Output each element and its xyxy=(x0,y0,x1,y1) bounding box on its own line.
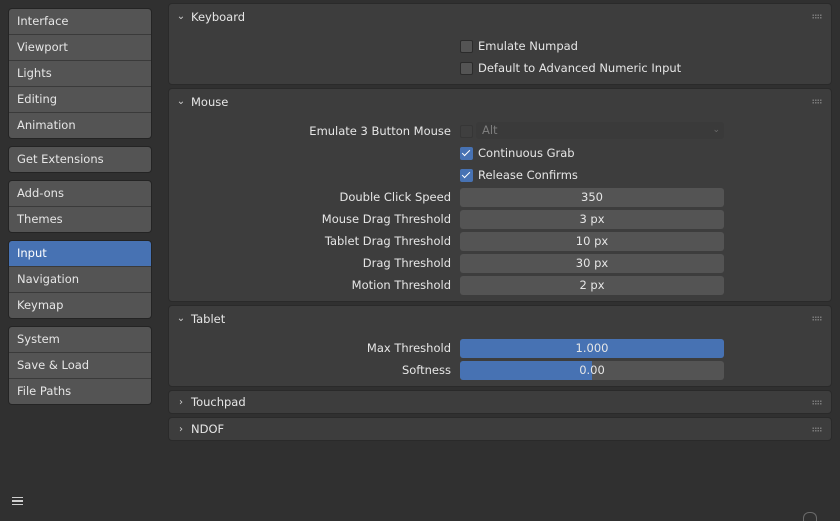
checkbox-box[interactable] xyxy=(460,168,473,182)
slider-fill xyxy=(460,361,592,380)
sidebar-item-editing[interactable]: Editing xyxy=(9,87,151,113)
chevron-right-icon: › xyxy=(179,423,183,435)
select-value: Alt xyxy=(482,123,498,137)
panel-title: NDOF xyxy=(191,422,225,436)
panel-title: Tablet xyxy=(191,311,226,326)
checkbox-label: Release Confirms xyxy=(478,168,578,182)
checkbox-box[interactable] xyxy=(460,61,473,75)
chevron-down-icon: ⌄ xyxy=(712,125,720,135)
double-click-speed-label: Double Click Speed xyxy=(339,190,451,204)
menu-icon[interactable] xyxy=(9,494,25,508)
preferences-sidebar: Interface Viewport Lights Editing Animat… xyxy=(8,8,152,412)
mouse-panel-header[interactable]: ⌄ Mouse xyxy=(169,89,831,114)
max-threshold-row: Max Threshold 1.000 xyxy=(169,338,831,358)
field-value: 1.000 xyxy=(575,341,609,355)
advanced-numeric-checkbox[interactable]: Default to Advanced Numeric Input xyxy=(460,59,681,77)
double-click-speed-field[interactable]: 350 xyxy=(460,188,724,207)
sidebar-group-4: Input Navigation Keymap xyxy=(8,240,152,319)
touchpad-panel-header[interactable]: › Touchpad xyxy=(169,391,831,413)
chevron-down-icon: ⌄ xyxy=(176,11,186,22)
sidebar-item-keymap[interactable]: Keymap xyxy=(9,293,151,318)
sidebar-item-viewport[interactable]: Viewport xyxy=(9,35,151,61)
softness-label: Softness xyxy=(401,363,451,377)
chevron-down-icon: ⌄ xyxy=(176,96,186,107)
max-threshold-slider[interactable]: 1.000 xyxy=(460,339,724,358)
sidebar-item-animation[interactable]: Animation xyxy=(9,113,151,138)
drag-threshold-label: Drag Threshold xyxy=(362,256,451,270)
keyboard-panel: ⌄ Keyboard Emulate Numpad Default to Adv… xyxy=(168,3,832,85)
drag-handle-icon[interactable] xyxy=(812,14,822,19)
sidebar-item-input[interactable]: Input xyxy=(9,241,151,267)
drag-handle-icon[interactable] xyxy=(812,427,822,432)
checkbox-box[interactable] xyxy=(460,146,473,160)
chevron-right-icon: › xyxy=(179,396,183,408)
sidebar-item-file-paths[interactable]: File Paths xyxy=(9,379,151,404)
mouse-drag-threshold-field[interactable]: 3 px xyxy=(460,210,724,229)
sidebar-item-get-extensions[interactable]: Get Extensions xyxy=(9,147,151,172)
emulate-3-button-checkbox[interactable] xyxy=(460,125,473,138)
tablet-drag-threshold-field[interactable]: 10 px xyxy=(460,232,724,251)
release-confirms-checkbox[interactable]: Release Confirms xyxy=(460,166,578,184)
softness-row: Softness 0.00 xyxy=(169,360,831,380)
emulate-3-button-label: Emulate 3 Button Mouse xyxy=(309,124,451,138)
sidebar-item-add-ons[interactable]: Add-ons xyxy=(9,181,151,207)
panel-title: Mouse xyxy=(191,94,229,109)
field-value: 350 xyxy=(581,190,603,204)
field-value: 10 px xyxy=(575,234,609,248)
emulate-numpad-checkbox[interactable]: Emulate Numpad xyxy=(460,37,578,55)
checkbox-label: Continuous Grab xyxy=(478,146,575,160)
sidebar-item-save-load[interactable]: Save & Load xyxy=(9,353,151,379)
ndof-panel-header[interactable]: › NDOF xyxy=(169,418,831,440)
tablet-drag-threshold-row: Tablet Drag Threshold 10 px xyxy=(169,231,831,251)
touchpad-panel: › Touchpad xyxy=(168,390,832,414)
sidebar-group-1: Interface Viewport Lights Editing Animat… xyxy=(8,8,152,139)
panel-title: Keyboard xyxy=(191,9,246,24)
checkbox-box[interactable] xyxy=(460,39,473,53)
softness-slider[interactable]: 0.00 xyxy=(460,361,724,380)
sidebar-item-system[interactable]: System xyxy=(9,327,151,353)
chevron-down-icon: ⌄ xyxy=(176,313,186,324)
emulate-3-button-row: Emulate 3 Button Mouse Alt ⌄ xyxy=(169,121,831,141)
field-value: 3 px xyxy=(579,212,605,226)
max-threshold-label: Max Threshold xyxy=(366,341,451,355)
mouse-drag-threshold-row: Mouse Drag Threshold 3 px xyxy=(169,209,831,229)
mouse-drag-threshold-label: Mouse Drag Threshold xyxy=(321,212,451,226)
field-value: 2 px xyxy=(579,278,605,292)
sidebar-group-5: System Save & Load File Paths xyxy=(8,326,152,405)
tablet-panel: ⌄ Tablet Max Threshold 1.000 Softness 0.… xyxy=(168,305,832,387)
drag-handle-icon[interactable] xyxy=(812,316,822,321)
field-value: 0.00 xyxy=(579,363,605,377)
sidebar-item-themes[interactable]: Themes xyxy=(9,207,151,232)
drag-handle-icon[interactable] xyxy=(812,400,822,405)
panel-title: Touchpad xyxy=(191,395,246,409)
drag-handle-icon[interactable] xyxy=(812,99,822,104)
emulate-3-modifier-select[interactable]: Alt ⌄ xyxy=(476,122,724,139)
motion-threshold-label: Motion Threshold xyxy=(351,278,451,292)
checkbox-label: Default to Advanced Numeric Input xyxy=(478,61,682,75)
drag-threshold-row: Drag Threshold 30 px xyxy=(169,253,831,273)
motion-threshold-field[interactable]: 2 px xyxy=(460,276,724,295)
sidebar-item-lights[interactable]: Lights xyxy=(9,61,151,87)
tablet-panel-header[interactable]: ⌄ Tablet xyxy=(169,306,831,331)
checkbox-label: Emulate Numpad xyxy=(478,39,578,53)
mouse-panel: ⌄ Mouse Emulate 3 Button Mouse Alt ⌄ Con… xyxy=(168,88,832,302)
tablet-drag-threshold-label: Tablet Drag Threshold xyxy=(324,234,451,248)
sidebar-item-navigation[interactable]: Navigation xyxy=(9,267,151,293)
motion-threshold-row: Motion Threshold 2 px xyxy=(169,275,831,295)
keyboard-panel-header[interactable]: ⌄ Keyboard xyxy=(169,4,831,29)
sidebar-item-interface[interactable]: Interface xyxy=(9,9,151,35)
drag-threshold-field[interactable]: 30 px xyxy=(460,254,724,273)
double-click-speed-row: Double Click Speed 350 xyxy=(169,187,831,207)
ndof-panel: › NDOF xyxy=(168,417,832,441)
continuous-grab-checkbox[interactable]: Continuous Grab xyxy=(460,144,575,162)
sidebar-group-3: Add-ons Themes xyxy=(8,180,152,233)
sidebar-group-2: Get Extensions xyxy=(8,146,152,173)
field-value: 30 px xyxy=(575,256,609,270)
